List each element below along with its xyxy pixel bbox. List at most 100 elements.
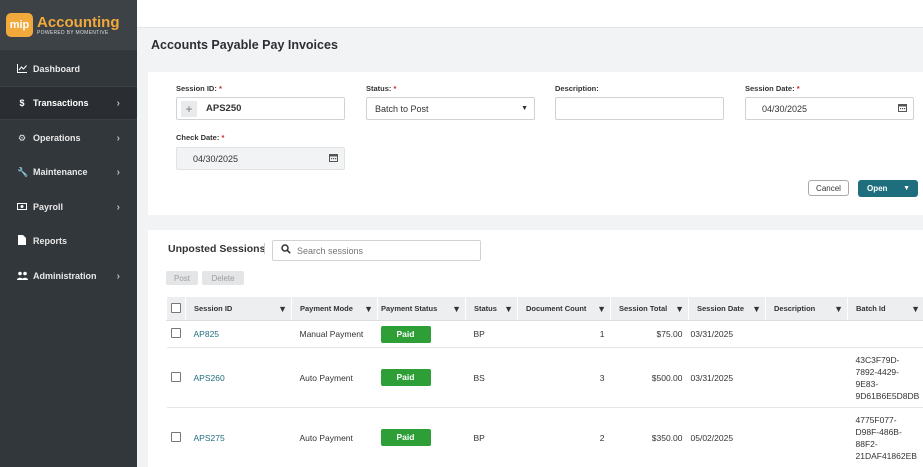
session-total-cell: $350.00	[610, 407, 689, 467]
logo-title: Accounting	[37, 13, 120, 31]
session-id-field[interactable]: + APS250	[176, 97, 345, 120]
filter-icon[interactable]: ▼	[278, 304, 287, 314]
batch-id-cell	[847, 320, 923, 348]
app-logo[interactable]: mip Accounting POWERED BY MOMENTIVE	[0, 0, 137, 50]
sidebar: mip Accounting POWERED BY MOMENTIVE Dash…	[0, 0, 137, 467]
sidebar-item-transactions[interactable]: $ Transactions ›	[0, 86, 137, 120]
payment-mode-cell: Auto Payment	[291, 347, 378, 408]
sidebar-item-label: Reports	[33, 236, 68, 246]
payment-status-badge: Paid	[380, 369, 431, 386]
select-all-checkbox[interactable]	[171, 302, 181, 313]
column-header[interactable]: Session Total ▼	[610, 296, 689, 321]
filter-icon[interactable]: ▼	[834, 304, 843, 314]
column-header[interactable]: Payment Status ▼	[377, 296, 466, 321]
table-header-row: Session ID ▼ Payment Mode ▼ Payment Status…	[166, 296, 923, 321]
filter-icon[interactable]: ▼	[911, 304, 920, 314]
sidebar-item-maintenance[interactable]: 🔧 Maintenance ›	[0, 155, 137, 189]
session-id-label: Session ID: *	[176, 84, 222, 93]
search-box[interactable]	[272, 240, 481, 261]
sidebar-item-label: Maintenance	[33, 167, 88, 177]
search-input[interactable]	[297, 245, 467, 256]
chevron-right-icon: ›	[116, 166, 120, 178]
delete-button[interactable]: Delete	[202, 271, 244, 285]
session-date-field[interactable]: 04/30/2025	[745, 97, 914, 120]
sidebar-item-reports[interactable]: Reports	[0, 224, 137, 258]
column-header[interactable]: Document Count ▼	[517, 296, 611, 321]
top-bar	[137, 0, 923, 28]
chevron-right-icon: ›	[116, 201, 120, 213]
row-checkbox[interactable]	[170, 431, 181, 442]
row-checkbox[interactable]	[170, 328, 181, 338]
session-form: Session ID: * + APS250 Status: * Batch t…	[148, 72, 923, 215]
section-title: Unposted Sessions	[168, 243, 266, 255]
users-icon	[17, 271, 28, 282]
session-date-value: 04/30/2025	[762, 103, 808, 114]
document-count-cell: 1	[517, 320, 611, 348]
filter-icon[interactable]: ▼	[597, 304, 606, 314]
column-header[interactable]: Session ID ▼	[185, 296, 292, 321]
batch-id-cell: 43C3F79D- 7892-4429- 9E83- 9D61B6E5D8DB	[847, 347, 923, 408]
chart-line-icon	[17, 63, 27, 75]
document-count-cell: 3	[517, 347, 611, 408]
status-cell: BP	[465, 407, 518, 467]
chevron-right-icon: ›	[116, 270, 120, 282]
open-button[interactable]: Open ▼	[858, 180, 918, 197]
filter-icon[interactable]: ▼	[504, 304, 513, 314]
chevron-right-icon: ›	[116, 132, 120, 144]
session-id-link[interactable]: APS260	[194, 373, 225, 383]
document-count-cell: 2	[517, 407, 611, 467]
gears-icon: ⚙	[17, 132, 27, 143]
payment-mode-cell: Manual Payment	[291, 320, 378, 348]
filter-icon[interactable]: ▼	[675, 304, 684, 314]
sidebar-item-label: Administration	[33, 271, 97, 281]
sidebar-item-administration[interactable]: Administration ›	[0, 259, 137, 293]
column-header[interactable]: Status ▼	[465, 296, 518, 321]
check-date-field[interactable]: 04/30/2025	[176, 147, 345, 170]
filter-icon[interactable]: ▼	[452, 304, 461, 314]
check-date-label: Check Date: *	[176, 133, 225, 142]
chevron-right-icon: ›	[116, 97, 120, 109]
table-row[interactable]: APS260 Auto Payment Paid BS 3 $500.00 03…	[166, 347, 923, 408]
filter-icon[interactable]: ▼	[752, 304, 761, 314]
column-header[interactable]: Payment Mode ▼	[291, 296, 378, 321]
payment-status-badge: Paid	[380, 429, 431, 446]
sidebar-item-label: Operations	[33, 133, 81, 143]
column-header[interactable]: Session Date ▼	[688, 296, 766, 321]
table-row[interactable]: APS275 Auto Payment Paid BP 2 $350.00 05…	[166, 407, 923, 467]
session-id-link[interactable]: AP825	[194, 329, 220, 339]
add-session-button[interactable]: +	[181, 100, 197, 117]
status-cell: BS	[465, 347, 518, 408]
column-header[interactable]: Description ▼	[765, 296, 848, 321]
sidebar-item-dashboard[interactable]: Dashboard	[0, 52, 137, 86]
sidebar-item-label: Transactions	[33, 98, 89, 108]
column-header[interactable]: Batch Id ▼	[847, 296, 923, 321]
logo-badge: mip	[6, 13, 33, 37]
divider	[264, 243, 265, 254]
cancel-button[interactable]: Cancel	[808, 180, 849, 196]
sidebar-item-payroll[interactable]: Payroll ›	[0, 190, 137, 224]
session-total-cell: $500.00	[610, 347, 689, 408]
sidebar-item-label: Dashboard	[33, 64, 81, 74]
sidebar-item-operations[interactable]: ⚙ Operations ›	[0, 121, 137, 155]
payment-status-badge: Paid	[380, 325, 431, 343]
status-select[interactable]: Batch to Post ▼	[366, 97, 535, 120]
filter-icon[interactable]: ▼	[364, 304, 373, 314]
money-bill-icon	[17, 202, 27, 212]
calendar-icon[interactable]	[329, 153, 338, 164]
session-date-cell: 05/02/2025	[688, 407, 766, 467]
payment-mode-cell: Auto Payment	[291, 407, 378, 467]
page-title: Accounts Payable Pay Invoices	[151, 38, 338, 52]
status-cell: BP	[465, 320, 518, 348]
session-date-label: Session Date: *	[745, 84, 800, 93]
caret-down-icon[interactable]: ▼	[903, 185, 910, 192]
calendar-icon[interactable]	[898, 103, 907, 114]
dollar-icon: $	[19, 98, 25, 108]
session-id-link[interactable]: APS275	[194, 433, 225, 443]
description-field[interactable]	[555, 97, 724, 120]
table-row[interactable]: AP825 Manual Payment Paid BP 1 $75.00 03…	[166, 320, 923, 348]
logo-subtitle: POWERED BY MOMENTIVE	[37, 29, 109, 36]
sessions-table: Session ID ▼ Payment Mode ▼ Payment Status…	[166, 296, 923, 467]
row-checkbox[interactable]	[170, 371, 181, 382]
unposted-sessions-panel: Unposted Sessions Post Delete Session ID…	[148, 230, 923, 467]
post-button[interactable]: Post	[166, 271, 198, 285]
